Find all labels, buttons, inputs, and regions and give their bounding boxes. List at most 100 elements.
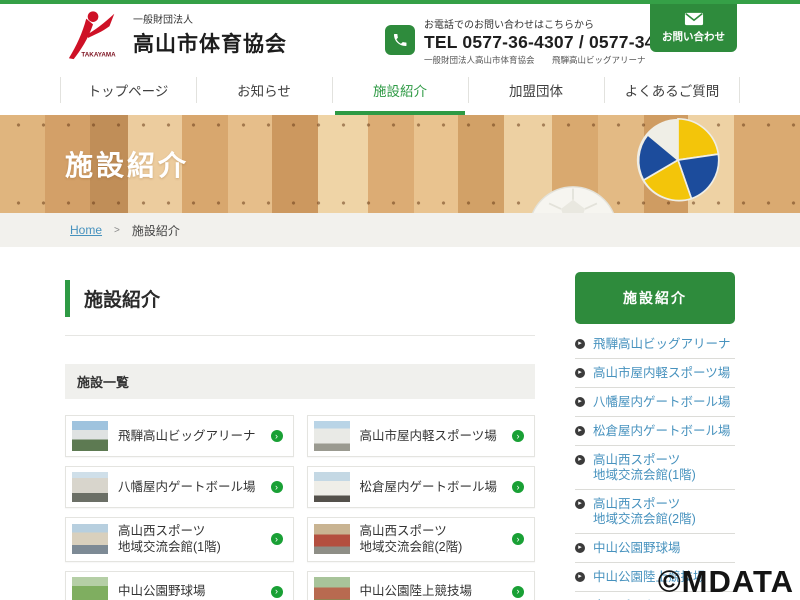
facility-thumbnail	[72, 577, 108, 600]
sidebar-link-line1: 高山市屋内軽スポーツ場	[593, 366, 730, 380]
brand-text: 一般財団法人 高山市体育協会	[133, 11, 287, 58]
bullet-arrow-icon: ▸	[575, 455, 585, 465]
sidebar-link-text: 高山西スポーツ 地域交流会館(1階)	[593, 453, 696, 483]
org-type: 一般財団法人	[133, 11, 287, 26]
sidebar-link-list: ▸ 飛騨高山ビッグアリーナ ▸ 高山市屋内軽スポーツ場	[575, 330, 735, 600]
sidebar-link-line1: 八幡屋内ゲートボール場	[593, 395, 731, 409]
nav-item-label: 施設紹介	[373, 80, 427, 100]
logo-wordmark: TAKAYAMA	[81, 51, 116, 58]
arrow-circle-icon: ›	[512, 586, 524, 598]
bullet-arrow-icon: ▸	[575, 543, 585, 553]
facility-card[interactable]: 中山公園野球場 ›	[65, 571, 294, 600]
facility-name-line1: 松倉屋内ゲートボール場	[360, 480, 498, 494]
sidebar-link[interactable]: ▸ 飛騨高山ビッグアリーナ	[575, 330, 735, 359]
facility-card[interactable]: 飛騨高山ビッグアリーナ ›	[65, 415, 294, 457]
facility-card[interactable]: 中山公園陸上競技場 ›	[307, 571, 536, 600]
breadcrumb-current: 施設紹介	[132, 222, 180, 239]
facility-card[interactable]: 八幡屋内ゲートボール場 ›	[65, 466, 294, 508]
sidebar-link-line2: 地域交流会館(1階)	[593, 468, 696, 483]
bullet-arrow-icon: ▸	[575, 426, 585, 436]
facility-card[interactable]: 高山西スポーツ 地域交流会館(2階) ›	[307, 517, 536, 562]
arrow-circle-icon: ›	[271, 430, 283, 442]
arrow-circle-icon: ›	[512, 533, 524, 545]
bullet-arrow-icon: ▸	[575, 499, 585, 509]
sidebar-link-line1: 高山西スポーツ	[593, 453, 680, 467]
arrow-circle-icon: ›	[512, 430, 524, 442]
heading-wrap: 施設紹介	[65, 280, 535, 336]
sidebar-link-text: 高山西スポーツ 地域交流会館(2階)	[593, 497, 696, 527]
facility-name: 高山西スポーツ 地域交流会館(1階)	[118, 523, 221, 556]
facility-name: 飛騨高山ビッグアリーナ	[118, 428, 256, 444]
facility-card[interactable]: 高山西スポーツ 地域交流会館(1階) ›	[65, 517, 294, 562]
soccer-ball-icon	[527, 185, 619, 213]
facility-name-line1: 高山市屋内軽スポーツ場	[360, 429, 497, 443]
facility-name-line2: 地域交流会館(2階)	[360, 539, 463, 555]
hero-title: 施設紹介	[65, 144, 189, 184]
facility-thumbnail	[72, 524, 108, 554]
sidebar-link[interactable]: ▸ 高山市屋内軽スポーツ場	[575, 359, 735, 388]
facility-name: 中山公園野球場	[118, 583, 206, 599]
sidebar: 施設紹介 ▸ 飛騨高山ビッグアリーナ ▸ 高山市屋内軽スポ	[575, 247, 735, 600]
sidebar-link-text: 八幡屋内ゲートボール場	[593, 395, 731, 410]
facility-card-grid: 飛騨高山ビッグアリーナ › 高山市屋内軽スポーツ場 ›	[65, 415, 535, 600]
facility-thumbnail	[72, 421, 108, 451]
bullet-arrow-icon: ▸	[575, 397, 585, 407]
nav-item[interactable]: 施設紹介	[332, 65, 468, 115]
sidebar-section-button[interactable]: 施設紹介	[575, 272, 735, 324]
sidebar-link-text: 中山公園野球場	[593, 541, 681, 556]
facility-name-line1: 中山公園野球場	[118, 584, 206, 598]
facility-thumbnail	[314, 472, 350, 502]
sidebar-link-text: 松倉屋内ゲートボール場	[593, 424, 731, 439]
nav-item-label: お知らせ	[237, 80, 291, 100]
contact-button[interactable]: お問い合わせ	[650, 4, 737, 52]
bullet-arrow-icon: ▸	[575, 572, 585, 582]
nav-item[interactable]: トップページ	[60, 65, 196, 115]
nav-item-label: トップページ	[88, 80, 169, 100]
facility-name: 高山西スポーツ 地域交流会館(2階)	[360, 523, 463, 556]
nav-item[interactable]: お知らせ	[196, 65, 332, 115]
bullet-arrow-icon: ▸	[575, 339, 585, 349]
facility-thumbnail	[314, 524, 350, 554]
sidebar-link-line1: 中山公園野球場	[593, 541, 681, 555]
facility-name: 高山市屋内軽スポーツ場	[360, 428, 497, 444]
facility-name: 中山公園陸上競技場	[360, 583, 473, 599]
arrow-circle-icon: ›	[271, 586, 283, 598]
sidebar-link-line2: 地域交流会館(2階)	[593, 512, 696, 527]
sidebar-link-line1: 高山西スポーツ	[593, 497, 680, 511]
mail-icon	[684, 12, 704, 26]
sidebar-link-line1: 松倉屋内ゲートボール場	[593, 424, 731, 438]
hero-banner: 施設紹介	[0, 115, 800, 213]
sidebar-link-text: 飛騨高山ビッグアリーナ	[593, 337, 731, 352]
volleyball-icon	[636, 118, 720, 202]
facility-name-line2: 地域交流会館(1階)	[118, 539, 221, 555]
facility-name-line1: 八幡屋内ゲートボール場	[118, 480, 256, 494]
site-logo[interactable]: TAKAYAMA 一般財団法人 高山市体育協会	[65, 9, 287, 61]
main-column: 施設紹介 施設一覧 飛騨高山ビッグアリーナ ›	[65, 247, 535, 600]
content: 施設紹介 施設一覧 飛騨高山ビッグアリーナ ›	[0, 247, 800, 600]
nav-item[interactable]: よくあるご質問	[604, 65, 740, 115]
sidebar-link[interactable]: ▸ 高山西スポーツ 地域交流会館(2階)	[575, 490, 735, 534]
facility-thumbnail	[72, 472, 108, 502]
contact-button-label: お問い合わせ	[662, 29, 725, 44]
bullet-arrow-icon: ▸	[575, 368, 585, 378]
page-title: 施設紹介	[65, 280, 535, 317]
breadcrumb: Home > 施設紹介	[0, 213, 800, 247]
site-header: TAKAYAMA 一般財団法人 高山市体育協会 お電話でのお問い合わせはこちらか…	[0, 4, 800, 65]
nav-item-label: 加盟団体	[509, 80, 563, 100]
breadcrumb-separator: >	[114, 225, 120, 236]
nav-item[interactable]: 加盟団体	[468, 65, 604, 115]
facility-card[interactable]: 松倉屋内ゲートボール場 ›	[307, 466, 536, 508]
facility-name: 八幡屋内ゲートボール場	[118, 479, 256, 495]
facility-card[interactable]: 高山市屋内軽スポーツ場 ›	[307, 415, 536, 457]
breadcrumb-home-link[interactable]: Home	[70, 223, 102, 237]
sidebar-link[interactable]: ▸ 松倉屋内ゲートボール場	[575, 417, 735, 446]
watermark: ©MDATA	[658, 564, 794, 600]
sidebar-link[interactable]: ▸ 高山西スポーツ 地域交流会館(1階)	[575, 446, 735, 490]
org-name: 高山市体育協会	[133, 28, 287, 58]
sidebar-link[interactable]: ▸ 中山公園野球場	[575, 534, 735, 563]
sidebar-link-text: 高山市屋内軽スポーツ場	[593, 366, 730, 381]
facility-name-line1: 飛騨高山ビッグアリーナ	[118, 429, 256, 443]
nav-item-label: よくあるご質問	[625, 80, 720, 100]
sidebar-link-line1: 飛騨高山ビッグアリーナ	[593, 337, 731, 351]
sidebar-link[interactable]: ▸ 八幡屋内ゲートボール場	[575, 388, 735, 417]
